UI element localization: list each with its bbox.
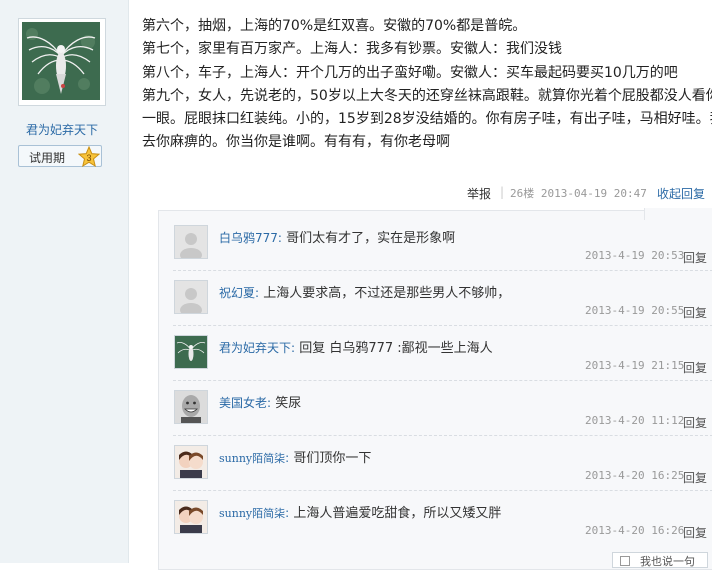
edit-icon bbox=[620, 556, 630, 566]
level-badge[interactable]: 试用期 3 bbox=[18, 145, 102, 168]
reply-item: 君为妃弃天下: 回复 白乌鸦777 :鄙视一些上海人 2013-4-19 21:… bbox=[173, 325, 712, 381]
reply-colon: : bbox=[285, 451, 290, 465]
collapse-replies-button[interactable]: 收起回复 bbox=[657, 185, 705, 202]
reply-username[interactable]: sunny陌简柒 bbox=[219, 452, 285, 465]
reply-time: 2013-4-20 11:12 bbox=[585, 414, 685, 427]
say-something-button[interactable]: 我也说一句 bbox=[612, 552, 708, 568]
reply-username[interactable]: sunny陌简柒 bbox=[219, 507, 285, 520]
reply-button[interactable]: 回复 bbox=[683, 414, 707, 431]
reply-item: sunny陌简柒: 哥们顶你一下 2013-4-20 16:25 回复 bbox=[173, 435, 712, 491]
reply-button[interactable]: 回复 bbox=[683, 249, 707, 266]
reply-time: 2013-4-20 16:26 bbox=[585, 524, 685, 537]
post-line: 第九个，女人，先说老的，50岁以上大冬天的还穿丝袜高跟鞋。就算你光着个屁股都没人… bbox=[142, 87, 712, 104]
reply-username[interactable]: 祝幻夏 bbox=[219, 286, 255, 300]
reply-list: 白乌鸦777: 哥们太有才了，实在是形象啊 2013-4-19 20:53 回复… bbox=[158, 210, 712, 570]
reply-time: 2013-4-19 20:53 bbox=[585, 249, 685, 262]
reply-line: 美国女老: 笑尿 bbox=[219, 392, 301, 411]
winged-figure-avatar-icon[interactable] bbox=[174, 335, 208, 369]
post-meta-bar: 举报 | 26楼 2013-04-19 20:47 收起回复 bbox=[0, 185, 712, 203]
grinning-man-avatar-icon[interactable] bbox=[174, 390, 208, 424]
level-number: 3 bbox=[86, 153, 91, 163]
reply-username[interactable]: 美国女老 bbox=[219, 396, 267, 410]
reply-line: sunny陌简柒: 上海人普遍爱吃甜食，所以又矮又胖 bbox=[219, 502, 501, 521]
reply-username[interactable]: 白乌鸦777 bbox=[219, 231, 278, 245]
reply-line: 君为妃弃天下: 回复 白乌鸦777 :鄙视一些上海人 bbox=[219, 337, 493, 356]
reply-colon: : bbox=[291, 341, 296, 355]
reply-line: sunny陌简柒: 哥们顶你一下 bbox=[219, 447, 371, 466]
winged-figure-avatar-icon bbox=[22, 22, 100, 100]
level-label: 试用期 bbox=[29, 151, 66, 165]
post-line: 一眼。屁眼抹口红装纯。小的，15岁到28岁没结婚的。你有房子哇，有出子哇，马相好… bbox=[142, 111, 712, 128]
reply-line: 祝幻夏: 上海人要求高，不过还是那些男人不够帅， bbox=[219, 282, 510, 301]
floor-info: 26楼 2013-04-19 20:47 bbox=[510, 187, 647, 200]
meta-separator: | bbox=[500, 185, 505, 199]
reply-button[interactable]: 回复 bbox=[683, 524, 707, 541]
reply-text: 哥们太有才了，实在是形象啊 bbox=[286, 231, 456, 246]
anime-couple-avatar-icon[interactable] bbox=[174, 500, 208, 534]
reply-colon: : bbox=[285, 506, 290, 520]
reply-line: 白乌鸦777: 哥们太有才了，实在是形象啊 bbox=[219, 227, 455, 246]
say-something-label: 我也说一句 bbox=[640, 555, 695, 568]
post-line: 第七个，家里有百万家产。上海人：我多有钞票。安徽人：我们没钱 bbox=[142, 41, 562, 58]
reply-colon: : bbox=[255, 286, 260, 300]
default-avatar-icon[interactable] bbox=[174, 225, 208, 259]
author-panel: 君为妃弃天下 试用期 3 bbox=[0, 0, 129, 563]
reply-text: 上海人要求高，不过还是那些男人不够帅， bbox=[263, 286, 511, 301]
reply-item: 白乌鸦777: 哥们太有才了，实在是形象啊 2013-4-19 20:53 回复 bbox=[173, 215, 712, 271]
author-username[interactable]: 君为妃弃天下 bbox=[0, 121, 124, 138]
reply-colon: : bbox=[277, 231, 282, 245]
post-content: 第六个，抽烟，上海的70%是红双喜。安徽的70%都是普皖。 第七个，家里有百万家… bbox=[142, 15, 712, 155]
report-link[interactable]: 举报 bbox=[467, 185, 491, 202]
post-line: 去你麻痹的。你当你是谁啊。有有有，有你老母啊 bbox=[142, 134, 450, 151]
post-line: 第八个，车子，上海人：开个几万的出子蛮好嘞。安徽人：买车最起码要买10几万的吧 bbox=[142, 64, 678, 81]
reply-button[interactable]: 回复 bbox=[683, 304, 707, 321]
reply-colon: : bbox=[267, 396, 272, 410]
anime-couple-avatar-icon[interactable] bbox=[174, 445, 208, 479]
reply-username[interactable]: 君为妃弃天下 bbox=[219, 341, 291, 355]
reply-item: sunny陌简柒: 上海人普遍爱吃甜食，所以又矮又胖 2013-4-20 16:… bbox=[173, 490, 712, 545]
reply-text: 哥们顶你一下 bbox=[293, 451, 372, 466]
reply-text: 回复 白乌鸦777 :鄙视一些上海人 bbox=[299, 341, 493, 356]
post-line: 第六个，抽烟，上海的70%是红双喜。安徽的70%都是普皖。 bbox=[142, 18, 527, 34]
reply-time: 2013-4-19 20:55 bbox=[585, 304, 685, 317]
reply-item: 祝幻夏: 上海人要求高，不过还是那些男人不够帅， 2013-4-19 20:55… bbox=[173, 270, 712, 326]
reply-item: 美国女老: 笑尿 2013-4-20 11:12 回复 bbox=[173, 380, 712, 436]
reply-text: 上海人普遍爱吃甜食，所以又矮又胖 bbox=[293, 506, 502, 521]
author-avatar[interactable] bbox=[18, 18, 106, 106]
reply-text: 笑尿 bbox=[275, 396, 302, 411]
reply-time: 2013-4-19 21:15 bbox=[585, 359, 685, 372]
reply-time: 2013-4-20 16:25 bbox=[585, 469, 685, 482]
collapse-tab-connector bbox=[644, 208, 712, 220]
level-star-icon: 3 bbox=[77, 145, 101, 168]
reply-button[interactable]: 回复 bbox=[683, 469, 707, 486]
reply-button[interactable]: 回复 bbox=[683, 359, 707, 376]
default-avatar-icon[interactable] bbox=[174, 280, 208, 314]
